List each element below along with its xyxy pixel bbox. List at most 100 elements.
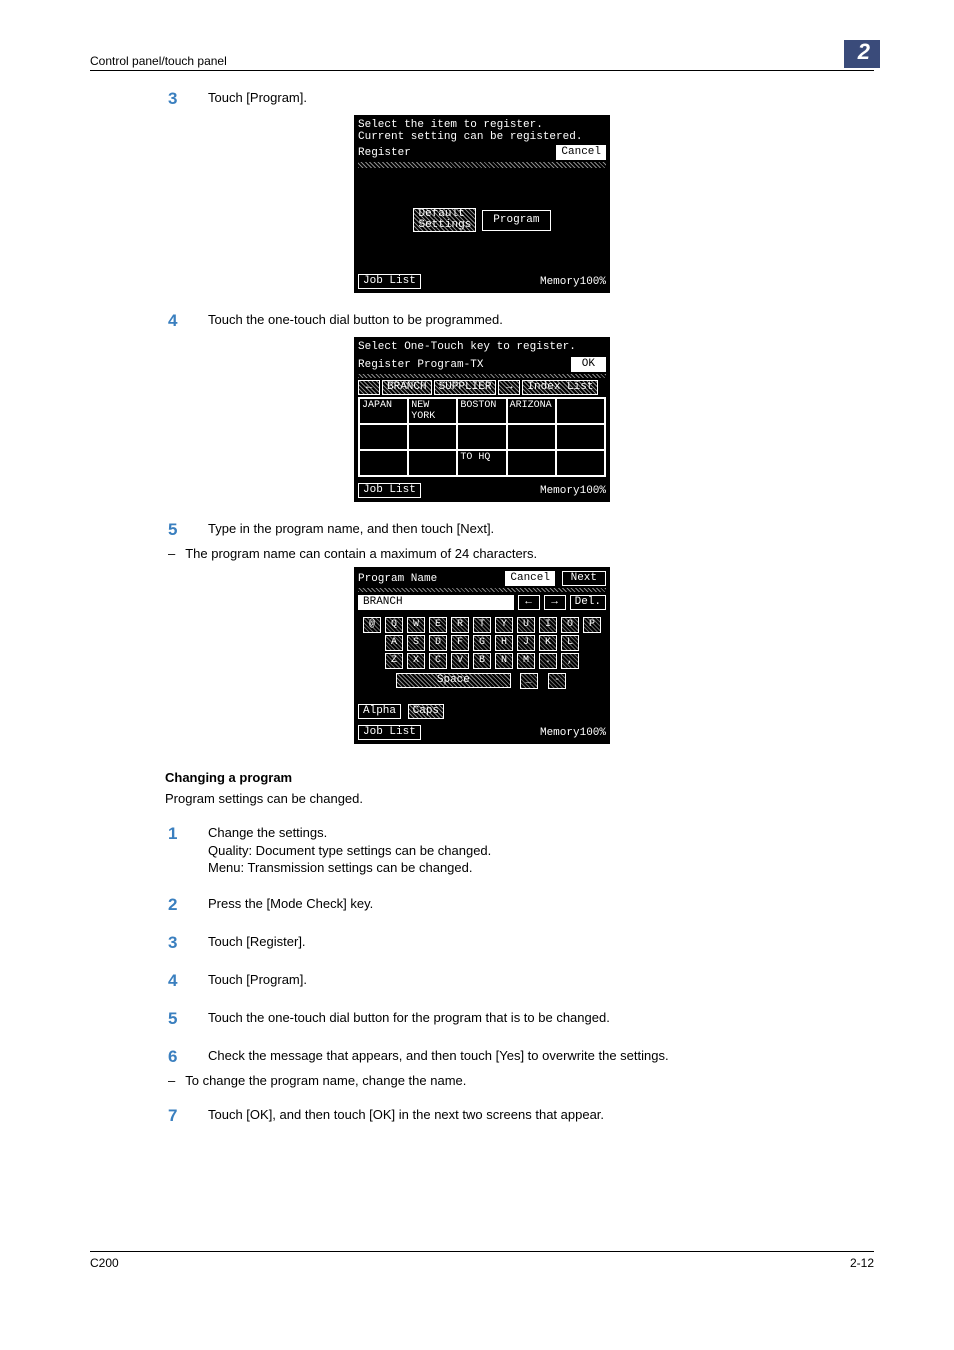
key[interactable]: M [517,653,535,669]
key[interactable]: Q [385,617,403,633]
divider [358,588,606,592]
onetouch-cell[interactable] [457,424,506,450]
key[interactable]: R [451,617,469,633]
onetouch-cell[interactable]: TO HQ [457,450,506,476]
space-key[interactable]: Space [396,673,511,688]
divider [358,374,606,378]
onetouch-cell[interactable] [359,424,408,450]
cancel-button[interactable]: Cancel [556,145,606,160]
step-subnote: –To change the program name, change the … [168,1073,874,1088]
program-button[interactable]: Program [482,210,550,231]
onetouch-cell[interactable]: BOSTON [457,398,506,424]
step-number: 4 [168,311,208,331]
cursor-right-icon[interactable]: → [544,595,566,610]
delete-button[interactable]: Del. [570,595,606,610]
step-text: Change the settings.Quality: Document ty… [208,824,874,877]
onetouch-cell[interactable] [359,450,408,476]
ok-button[interactable]: OK [571,357,606,372]
key[interactable]: X [407,653,425,669]
step-number: 3 [168,89,208,109]
job-list-button[interactable]: Job List [358,274,421,289]
onetouch-cell[interactable] [556,424,605,450]
key[interactable]: Z [385,653,403,669]
step-subnote: –The program name can contain a maximum … [168,546,874,561]
step-text: Touch [OK], and then touch [OK] in the n… [208,1106,874,1126]
section-intro: Program settings can be changed. [165,791,874,806]
caps-button[interactable]: Caps [408,704,444,719]
key[interactable]: U [517,617,535,633]
onetouch-cell[interactable]: ARIZONA [507,398,556,424]
keyboard-row: @QWERTYUIOP [358,616,606,634]
key[interactable]: H [495,635,513,651]
onetouch-cell[interactable] [507,424,556,450]
keyboard-row: Space _ - [358,672,606,690]
cancel-button[interactable]: Cancel [505,571,555,586]
key[interactable]: G [473,635,491,651]
onetouch-cell[interactable]: NEW YORK [408,398,457,424]
underscore-key[interactable]: _ [520,673,538,689]
key[interactable]: , [561,653,579,669]
step-number: 4 [168,971,208,991]
section-heading: Changing a program [165,770,874,785]
key[interactable]: Y [495,617,513,633]
hyphen-key[interactable]: - [548,673,566,689]
key[interactable]: A [385,635,403,651]
job-list-button[interactable]: Job List [358,725,421,740]
step-number: 6 [168,1047,208,1067]
key[interactable]: S [407,635,425,651]
keyboard-row: ZXCVBNM., [358,652,606,670]
alpha-button[interactable]: Alpha [358,704,401,719]
job-list-button[interactable]: Job List [358,483,421,498]
key[interactable]: T [473,617,491,633]
onetouch-cell[interactable] [408,424,457,450]
key[interactable]: P [583,617,601,633]
memory-indicator: Memory100% [540,485,606,497]
key[interactable]: O [561,617,579,633]
step-number: 2 [168,895,208,915]
program-name-input[interactable]: BRANCH [358,595,514,610]
cursor-left-icon[interactable]: ← [518,595,540,610]
key[interactable]: D [429,635,447,651]
arrow-right-icon[interactable]: → [498,380,520,395]
key[interactable]: I [539,617,557,633]
step-number: 3 [168,933,208,953]
key[interactable]: V [451,653,469,669]
next-button[interactable]: Next [562,571,606,586]
key[interactable]: N [495,653,513,669]
arrow-left-icon[interactable]: ← [358,380,380,395]
onetouch-cell[interactable] [507,450,556,476]
index-list-button[interactable]: Index List [522,380,598,395]
onetouch-cell[interactable] [556,398,605,424]
step-text: Touch the one-touch dial button to be pr… [208,311,874,331]
memory-indicator: Memory100% [540,727,606,739]
key[interactable]: @ [363,617,381,633]
onetouch-cell[interactable] [556,450,605,476]
key[interactable]: W [407,617,425,633]
touch-panel-keyboard: Program Name Cancel Next BRANCH ← → Del.… [354,567,610,744]
keyboard-row: ASDFGHJKL [358,634,606,652]
key[interactable]: L [561,635,579,651]
page-footer: C200 2-12 [90,1251,874,1270]
key[interactable]: B [473,653,491,669]
key[interactable]: C [429,653,447,669]
key[interactable]: J [517,635,535,651]
tab-branch[interactable]: BRANCH [382,380,432,395]
page-header: Control panel/touch panel 2 [90,40,874,71]
prompt-line: Select the item to register. [358,119,606,131]
step-number: 5 [168,520,208,540]
key[interactable]: K [539,635,557,651]
section-number-badge: 2 [844,40,880,68]
onetouch-cell[interactable] [408,450,457,476]
onetouch-cell[interactable]: JAPAN [359,398,408,424]
register-label: Register [358,147,411,159]
key[interactable]: . [539,653,557,669]
step-text: Touch [Program]. [208,971,874,991]
key[interactable]: E [429,617,447,633]
tab-supplier[interactable]: SUPPLIER [434,380,497,395]
panel-title: Program Name [358,573,437,585]
step-text: Touch [Register]. [208,933,874,953]
footer-right: 2-12 [850,1256,874,1270]
default-settings-button[interactable]: Default Settings [413,208,476,232]
onetouch-grid: JAPAN NEW YORK BOSTON ARIZONA TO HQ [358,397,606,477]
key[interactable]: F [451,635,469,651]
